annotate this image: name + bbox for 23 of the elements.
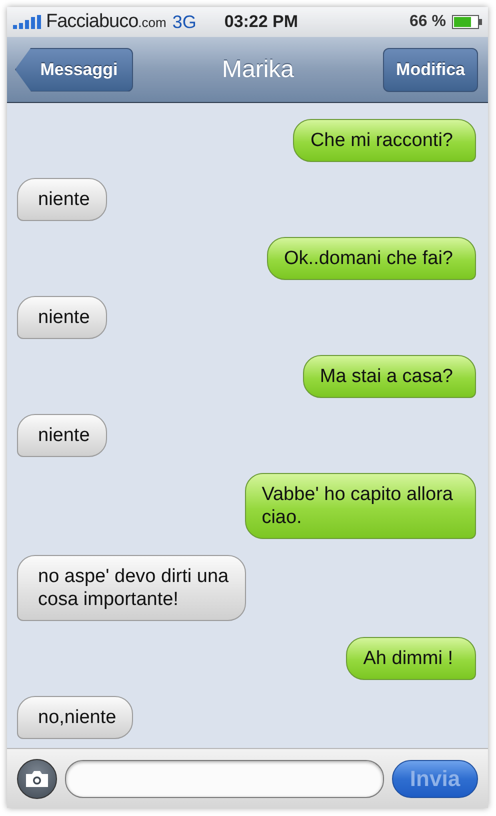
- carrier-domain: .com: [138, 14, 166, 30]
- sent-message: Che mi racconti?: [293, 119, 476, 162]
- sent-message: Ma stai a casa?: [302, 355, 476, 398]
- signal-icon: [13, 15, 43, 29]
- received-message: niente: [17, 414, 107, 457]
- clock-time: 03:22 PM: [224, 12, 300, 32]
- conversation-title: Marika: [222, 56, 294, 84]
- battery-percent: 66 %: [410, 13, 446, 31]
- back-button[interactable]: Messaggi: [15, 48, 133, 92]
- camera-icon: [24, 768, 50, 788]
- received-message: niente: [17, 178, 107, 221]
- received-message: no,niente: [17, 696, 134, 739]
- received-message: no aspe' devo dirti una cosa importante!: [17, 555, 246, 621]
- edit-button[interactable]: Modifica: [383, 48, 478, 92]
- network-type: 3G: [172, 12, 196, 32]
- battery-icon: [452, 15, 482, 29]
- carrier-name: Facciabuco: [46, 11, 138, 33]
- received-message: niente: [17, 296, 107, 339]
- sent-message: Ah dimmi !: [346, 637, 476, 680]
- sent-message: Vabbe' ho capito allora ciao.: [244, 473, 476, 539]
- sent-message: Ok..domani che fai?: [267, 237, 476, 280]
- message-input[interactable]: [65, 760, 384, 798]
- camera-button[interactable]: [17, 758, 57, 798]
